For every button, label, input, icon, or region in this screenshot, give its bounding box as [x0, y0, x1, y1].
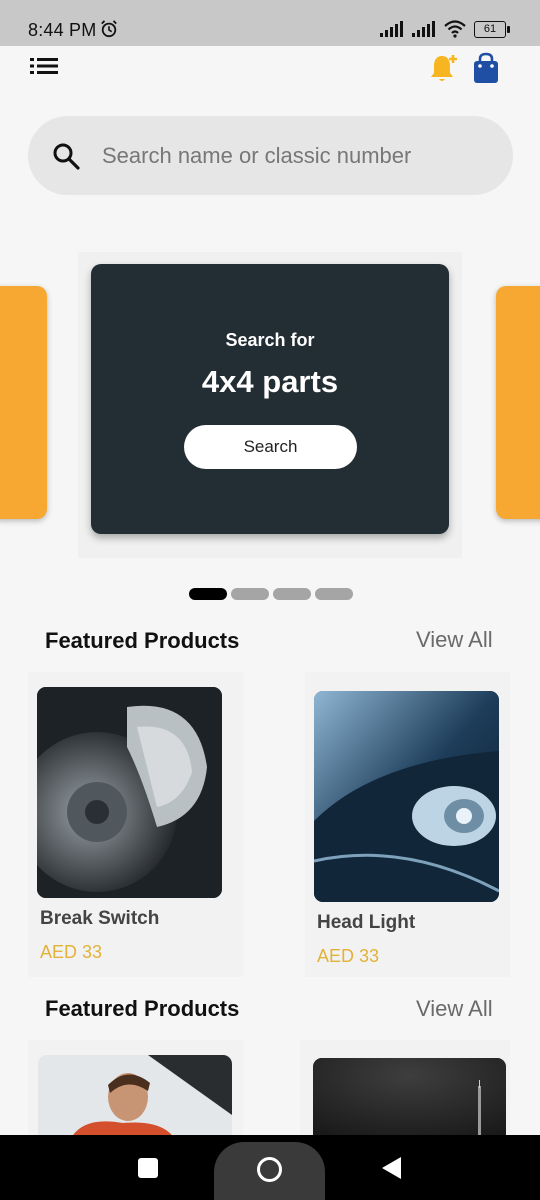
carousel-dot[interactable]: [273, 588, 311, 600]
promo-subtitle: Search for: [225, 330, 315, 350]
recent-apps-button[interactable]: [138, 1158, 158, 1178]
section-title: Featured Products: [45, 628, 240, 653]
section-title: Featured Products: [45, 996, 240, 1021]
promo-banner[interactable]: Search for 4x4 parts Search: [91, 264, 449, 534]
system-navigation-bar: [0, 1135, 540, 1200]
carousel-dot[interactable]: [231, 588, 269, 600]
carousel-dot[interactable]: [189, 588, 227, 600]
product-name: Break Switch: [40, 908, 160, 929]
carousel-card-next[interactable]: [496, 286, 540, 519]
view-all-link[interactable]: View All: [416, 996, 493, 1022]
product-image: [38, 1055, 232, 1145]
product-photo-dark: [313, 1058, 506, 1145]
status-bar: 8:44 PM 61: [0, 0, 540, 46]
view-all-link[interactable]: View All: [416, 627, 493, 653]
product-price: AED 33: [40, 942, 103, 962]
search-icon: [53, 143, 80, 170]
product-image: [314, 691, 499, 902]
mechanic-image: [38, 1055, 232, 1145]
menu-icon[interactable]: [30, 56, 58, 76]
carousel-dot[interactable]: [315, 588, 353, 600]
brake-caliper-image: [37, 687, 222, 898]
back-button[interactable]: [382, 1157, 401, 1179]
car-headlight-image: [314, 691, 499, 902]
signal-icon: [412, 21, 435, 37]
promo-title: 4x4 parts: [201, 364, 339, 399]
carousel-indicator: [189, 588, 353, 600]
carousel-card-previous[interactable]: [0, 286, 47, 519]
battery-icon: 61: [474, 20, 510, 38]
search-input[interactable]: [100, 141, 484, 170]
promo-search-button[interactable]: Search: [184, 425, 357, 469]
shopping-bag-icon[interactable]: [472, 52, 500, 84]
product-card[interactable]: [28, 1040, 243, 1145]
battery-level: 61: [483, 23, 497, 35]
signal-icon: [380, 21, 403, 37]
notification-bell-icon[interactable]: [428, 52, 460, 84]
wifi-icon: [444, 20, 466, 38]
home-icon: [257, 1157, 282, 1182]
search-bar[interactable]: [28, 116, 513, 195]
product-card[interactable]: Break Switch AED 33: [28, 672, 243, 977]
product-card[interactable]: Head Light AED 33: [305, 672, 510, 977]
home-button[interactable]: [214, 1142, 325, 1200]
status-time: 8:44 PM: [28, 20, 97, 40]
alarm-icon: [101, 20, 117, 38]
product-card[interactable]: [300, 1040, 510, 1145]
product-price: AED 33: [317, 946, 380, 966]
app-bar: [0, 46, 540, 96]
product-image: [313, 1058, 506, 1145]
product-name: Head Light: [317, 912, 416, 933]
product-image: [37, 687, 222, 898]
